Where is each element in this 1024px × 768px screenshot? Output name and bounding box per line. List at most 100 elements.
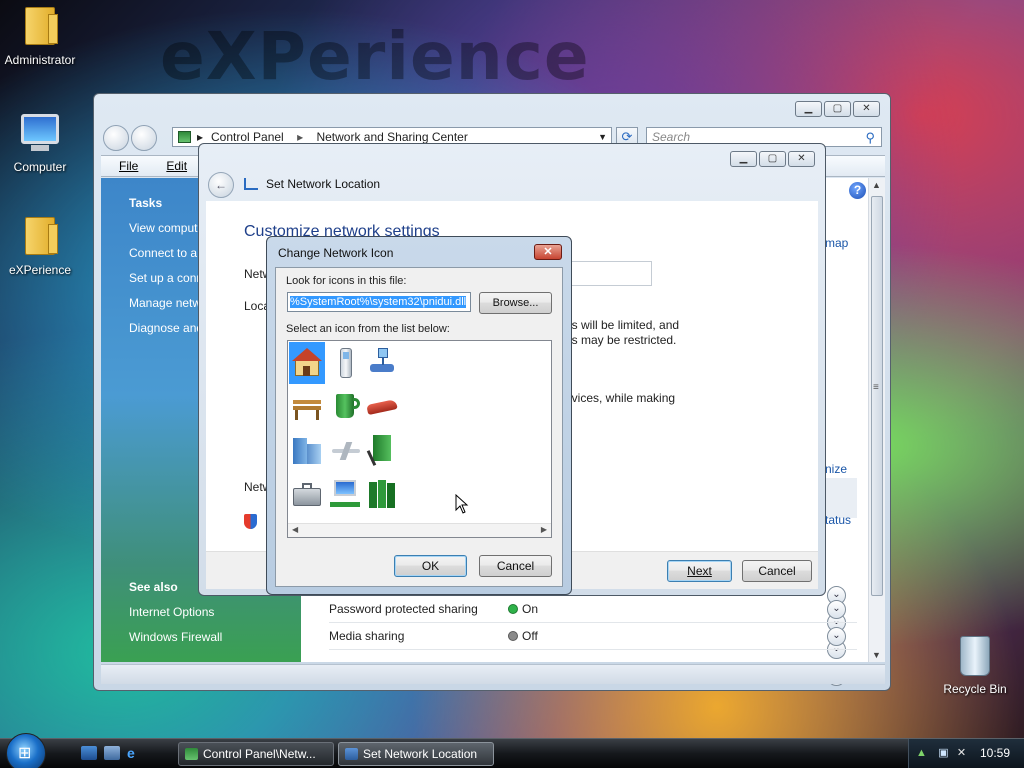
network-icon — [244, 178, 258, 190]
house-icon[interactable] — [289, 342, 325, 384]
browse-button[interactable]: Browse... — [479, 292, 552, 314]
folder-icon — [20, 217, 60, 261]
tray-volume-muted-icon[interactable]: ✕ — [955, 747, 968, 760]
show-desktop-icon[interactable] — [81, 746, 97, 760]
cellphone-icon[interactable] — [328, 342, 364, 384]
ok-button[interactable]: OK — [394, 555, 467, 577]
scroll-left-icon[interactable]: ◀ — [292, 525, 298, 534]
look-for-icons-label: Look for icons in this file: — [286, 275, 407, 287]
search-placeholder: Search — [652, 130, 691, 144]
computer-network-icon[interactable] — [328, 474, 364, 516]
sharing-row-label: Password protected sharing — [329, 602, 478, 616]
desktop-icon-label: Computer — [13, 160, 67, 174]
vertical-scrollbar[interactable]: ▲ ≡ ▼ — [868, 178, 885, 662]
status-panel-edge — [825, 478, 857, 518]
cancel-button[interactable]: Cancel — [479, 555, 552, 577]
search-icon[interactable]: ⚲ — [865, 129, 875, 147]
close-button[interactable]: ✕ — [534, 244, 562, 260]
scrollbar-thumb[interactable] — [871, 196, 883, 596]
forward-button[interactable] — [131, 125, 157, 151]
book-pen-icon[interactable] — [364, 430, 400, 472]
system-tray: ▲ ▣ ✕ 10:59 — [908, 739, 1024, 768]
minimize-button[interactable]: ▁ — [795, 101, 822, 117]
tray-update-icon[interactable]: ▲ — [915, 747, 928, 760]
status-off-dot-icon — [509, 632, 517, 640]
horizontal-scrollbar[interactable]: ◀ ▶ — [288, 523, 551, 537]
windows-logo-icon: ⊞ — [18, 745, 32, 762]
taskbar-button-control-panel[interactable]: Control Panel\Netw... — [178, 742, 334, 766]
building-icon[interactable] — [289, 430, 325, 472]
control-panel-icon — [178, 131, 191, 143]
wallpaper-logo-text: eXPerience — [160, 18, 590, 95]
icon-list[interactable]: ◀ ▶ — [287, 340, 552, 538]
desktop-icon-label: Administrator — [4, 53, 76, 67]
icon-file-path-value: %SystemRoot%\system32\pnidui.dll — [290, 296, 467, 308]
maximize-button[interactable]: ▢ — [759, 151, 786, 167]
next-button[interactable]: Next — [667, 560, 732, 582]
menu-file[interactable]: File — [119, 156, 152, 176]
desktop-icon-computer[interactable]: Computer — [0, 110, 80, 174]
window-controls: ▁ ▢ ✕ — [795, 101, 880, 117]
close-button[interactable]: ✕ — [788, 151, 815, 167]
network-name-input[interactable] — [571, 261, 652, 286]
sharing-row-password-protected: Password protected sharing On — [329, 596, 857, 623]
computer-icon — [20, 114, 60, 158]
desktop-icon-experience[interactable]: eXPerience — [0, 214, 80, 277]
desktop-icon-label: Recycle Bin — [943, 682, 1007, 696]
airplane-icon[interactable] — [328, 430, 364, 472]
sharing-row-label: Media sharing — [329, 629, 405, 643]
see-also-link-internet-options[interactable]: Internet Options — [129, 605, 299, 619]
dialog-body: Look for icons in this file: %SystemRoot… — [275, 267, 563, 587]
help-icon[interactable]: ? — [849, 182, 866, 199]
briefcase-icon[interactable] — [289, 474, 325, 516]
bench-icon[interactable] — [289, 386, 325, 428]
view-status-link[interactable]: tatus — [825, 513, 851, 527]
maximize-button[interactable]: ▢ — [824, 101, 851, 117]
back-arrow-icon[interactable]: ← — [208, 172, 234, 198]
cancel-button[interactable]: Cancel — [742, 560, 812, 582]
scroll-up-icon[interactable]: ▲ — [872, 180, 881, 190]
breadcrumb-control-panel[interactable]: Control Panel — [211, 130, 284, 144]
see-also-link-windows-firewall[interactable]: Windows Firewall — [129, 630, 299, 644]
back-button[interactable] — [103, 125, 129, 151]
switch-windows-icon[interactable] — [104, 746, 120, 760]
dialog-title: Change Network Icon — [278, 246, 394, 260]
customize-link[interactable]: nize — [825, 462, 847, 476]
tray-network-icon[interactable]: ▣ — [937, 747, 950, 760]
control-panel-icon — [185, 748, 198, 760]
train-icon[interactable] — [364, 386, 400, 428]
location-description-line: ns may be restricted. — [565, 333, 677, 347]
folder-icon — [20, 7, 60, 51]
change-network-icon-dialog: Change Network Icon ✕ Look for icons in … — [266, 236, 572, 595]
expand-chevron-icon[interactable]: ⌄ — [827, 627, 846, 646]
recycle-bin-icon — [955, 636, 995, 680]
internet-explorer-icon[interactable]: e — [127, 746, 143, 760]
scroll-grip-icon: ≡ — [873, 382, 879, 393]
sharing-row-media-sharing: Media sharing Off — [329, 623, 857, 650]
breadcrumb-network-sharing-center[interactable]: Network and Sharing Center — [316, 130, 467, 144]
mug-icon[interactable] — [328, 386, 364, 428]
menu-edit[interactable]: Edit — [166, 156, 201, 176]
view-full-map-link[interactable]: map — [825, 236, 848, 250]
minimize-button[interactable]: ▁ — [730, 151, 757, 167]
taskbar: ⊞ e Control Panel\Netw... Set Network Lo… — [0, 733, 1024, 768]
network-pipe-icon[interactable] — [364, 342, 400, 384]
sharing-row-status: Off — [522, 629, 538, 643]
see-also-heading: See also — [129, 580, 178, 594]
taskbar-button-set-network-location[interactable]: Set Network Location — [338, 742, 494, 766]
expand-chevron-icon[interactable]: ⌄ — [827, 600, 846, 619]
close-button[interactable]: ✕ — [853, 101, 880, 117]
desktop-icon-recycle-bin[interactable]: Recycle Bin — [935, 634, 1015, 696]
start-button[interactable]: ⊞ — [6, 733, 46, 768]
shield-icon — [244, 514, 257, 529]
scroll-down-icon[interactable]: ▼ — [872, 650, 881, 660]
tasks-heading: Tasks — [129, 196, 163, 210]
scroll-right-icon[interactable]: ▶ — [541, 525, 547, 534]
desktop-icon-label: eXPerience — [8, 263, 72, 277]
dialog-title: Set Network Location — [266, 177, 381, 191]
icon-file-path-input[interactable]: %SystemRoot%\system32\pnidui.dll — [287, 292, 471, 312]
clock[interactable]: 10:59 — [980, 746, 1010, 760]
desktop-icon-administrator[interactable]: Administrator — [0, 4, 80, 67]
books-icon[interactable] — [364, 474, 400, 516]
status-on-dot-icon — [509, 605, 517, 613]
